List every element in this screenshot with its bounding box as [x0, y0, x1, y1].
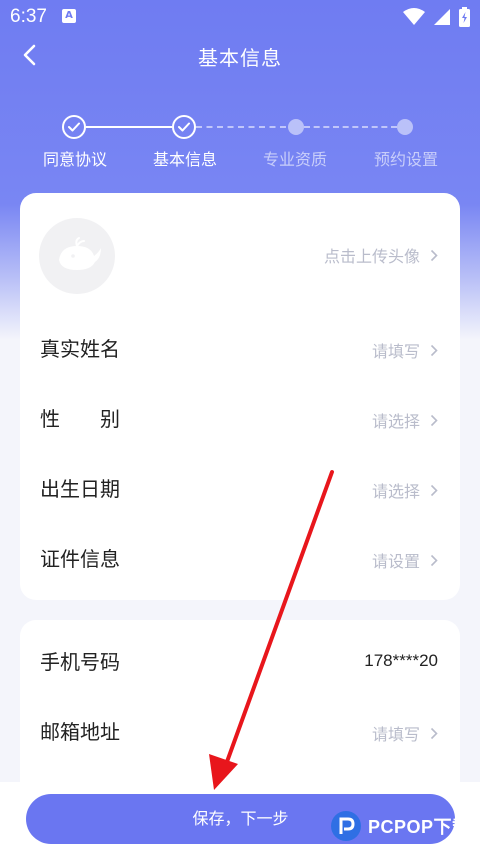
form-value: 请选择 — [372, 408, 438, 432]
avatar-upload-hint: 点击上传头像 — [324, 243, 438, 267]
step-connector-2 — [196, 126, 286, 128]
signal-icon — [434, 9, 450, 25]
step-check-icon — [62, 115, 86, 139]
gender-row[interactable]: 性 别 请选择 — [20, 383, 460, 453]
chevron-right-icon — [430, 249, 438, 261]
status-icons — [403, 7, 470, 27]
avatar[interactable] — [39, 218, 115, 294]
step-label: 基本信息 — [152, 150, 217, 169]
chevron-right-icon — [430, 484, 438, 496]
chevron-right-icon — [430, 414, 438, 426]
form-value-text: 请选择 — [371, 412, 420, 431]
email-row[interactable]: 邮箱地址 请填写 — [20, 696, 460, 766]
birth-date-row[interactable]: 出生日期 请选择 — [20, 453, 460, 523]
step-connector-1 — [86, 126, 172, 128]
watermark-text: PCPOP下载 — [368, 817, 471, 837]
form-label: 真实姓名 — [40, 337, 120, 361]
form-value-text: 请设置 — [371, 552, 420, 571]
avatar-hint-text: 点击上传头像 — [323, 247, 420, 266]
form-value-text: 请填写 — [371, 342, 420, 361]
battery-icon — [459, 7, 470, 27]
form-value-text: 请填写 — [371, 725, 420, 744]
form-label: 邮箱地址 — [40, 720, 120, 744]
form-label: 证件信息 — [40, 547, 120, 571]
wifi-icon — [403, 8, 425, 25]
whale-avatar-icon — [59, 237, 101, 270]
chevron-right-icon — [430, 344, 438, 356]
a-notification-icon: A — [62, 9, 76, 23]
step-check-icon — [172, 115, 196, 139]
form-label: 手机号码 — [40, 650, 120, 674]
page-title: 基本信息 — [198, 46, 282, 70]
avatar-upload-row[interactable]: 点击上传头像 — [20, 193, 460, 313]
chevron-right-icon — [430, 554, 438, 566]
form-value: 请设置 — [372, 548, 438, 572]
progress-stepper: 同意协议 基本信息 专业资质 预约设置 — [0, 110, 480, 170]
pcpop-watermark: PCPOP下载 — [330, 806, 480, 846]
step-pending-dot — [288, 119, 304, 135]
form-value: 178****20 — [364, 651, 438, 671]
form-label: 出生日期 — [40, 477, 120, 501]
form-value: 请选择 — [372, 478, 438, 502]
pcpop-logo-icon — [331, 811, 361, 841]
form-label: 性 别 — [40, 407, 120, 431]
status-time: 6:37 — [10, 6, 47, 27]
step-label: 专业资质 — [262, 150, 327, 169]
form-value-text: 请选择 — [371, 482, 420, 501]
basic-info-card: 点击上传头像 真实姓名 请填写 性 别 请选择 出生日期 请选择 证件信息 请设… — [20, 193, 460, 600]
step-pending-dot — [397, 119, 413, 135]
top-bar: 基本信息 — [0, 34, 480, 78]
phone-value: 178****20 — [364, 651, 438, 670]
real-name-row[interactable]: 真实姓名 请填写 — [20, 313, 460, 383]
step-connector-3 — [304, 126, 397, 128]
step-label: 预约设置 — [373, 150, 438, 169]
form-value: 请填写 — [372, 721, 438, 745]
form-value: 请填写 — [372, 338, 438, 362]
chevron-right-icon — [430, 727, 438, 739]
id-info-row[interactable]: 证件信息 请设置 — [20, 523, 460, 593]
step-label: 同意协议 — [42, 150, 107, 169]
phone-row[interactable]: 手机号码 178****20 — [20, 626, 460, 696]
status-bar: 6:37 A — [0, 0, 480, 34]
